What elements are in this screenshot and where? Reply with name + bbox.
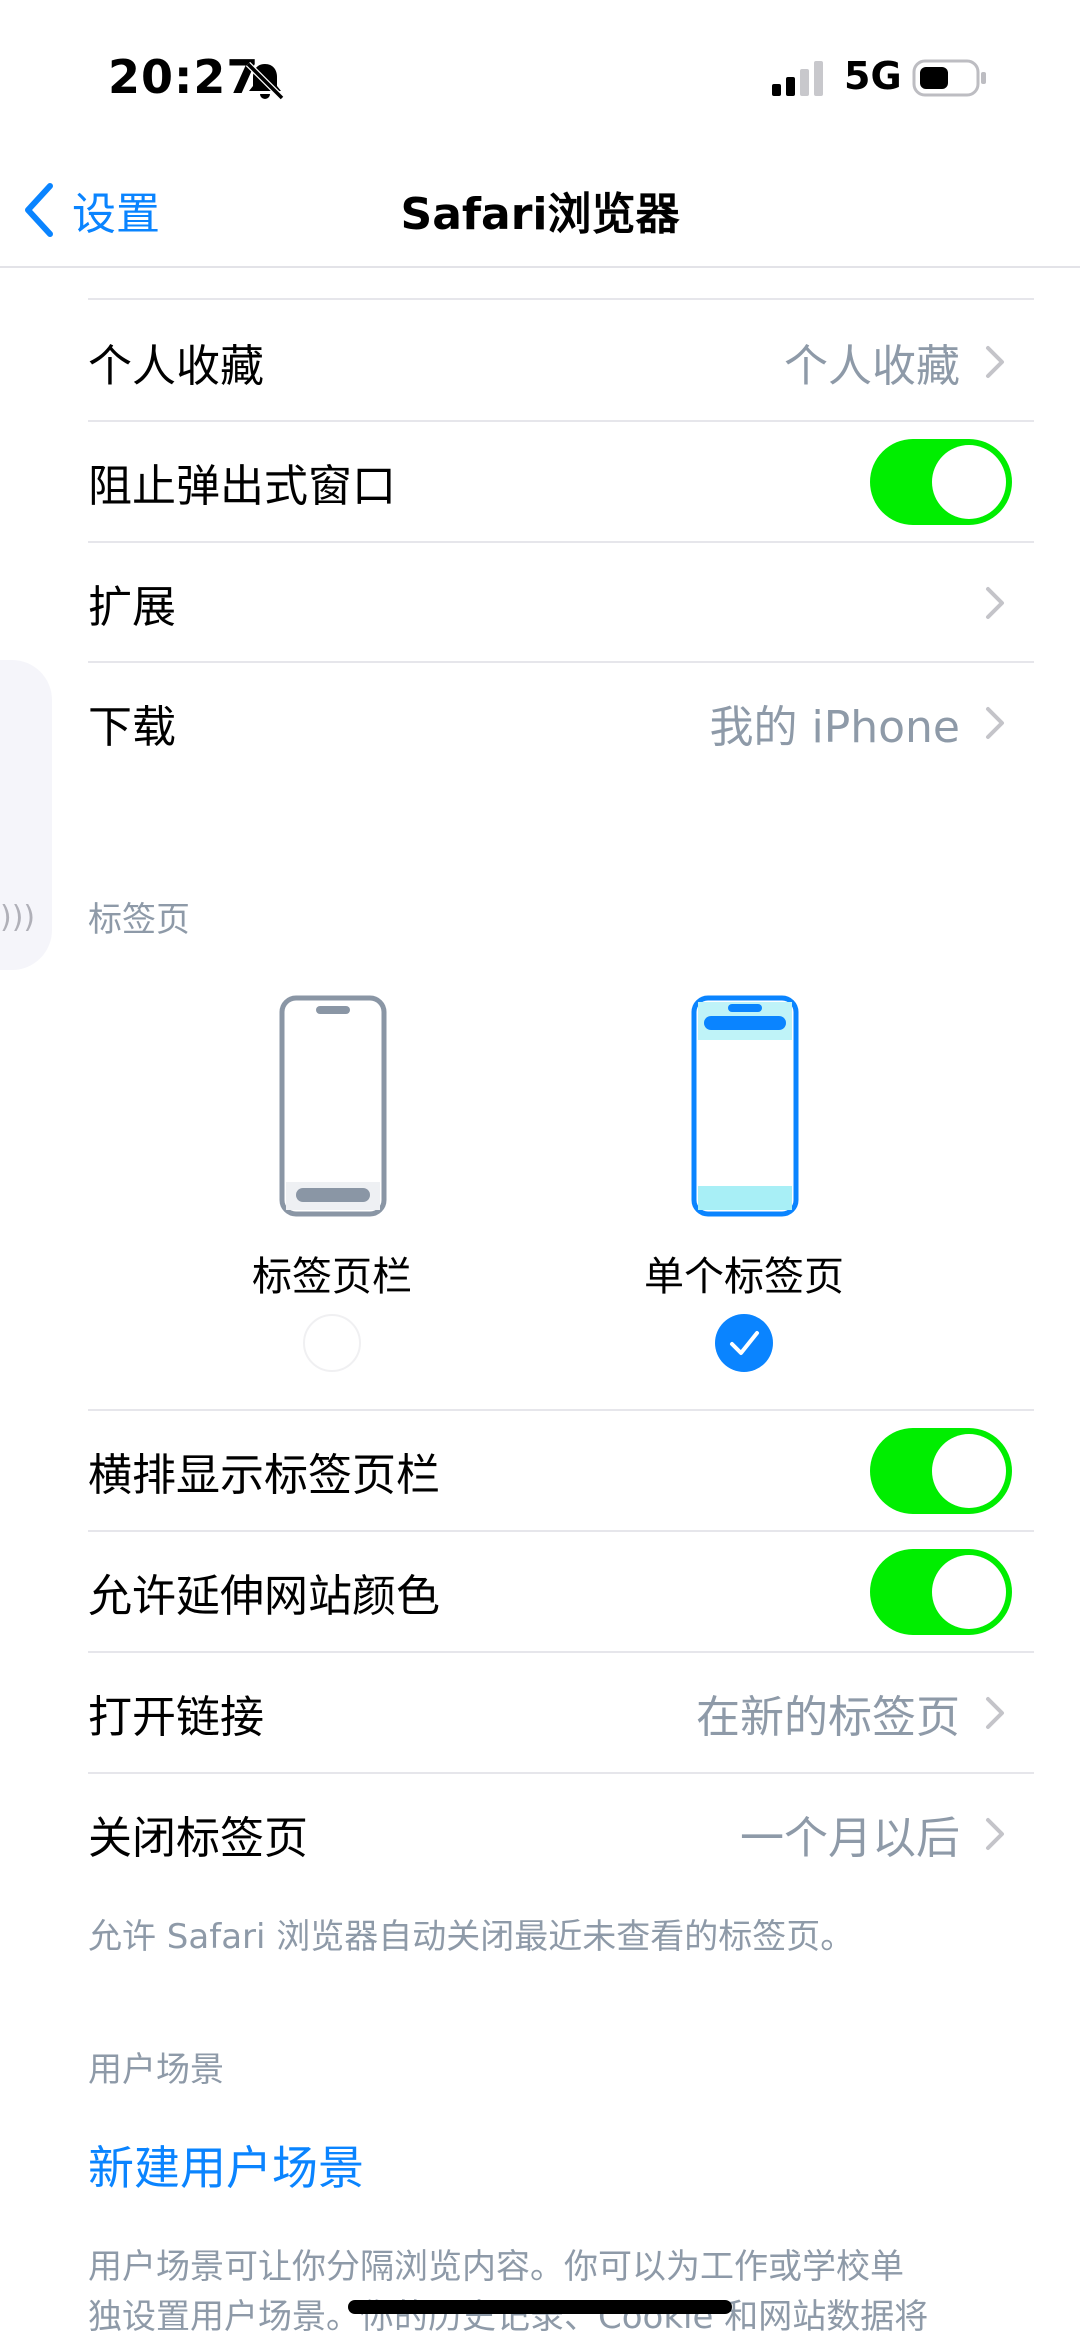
- row-label: 关闭标签页: [88, 1813, 308, 1864]
- chevron-right-icon: [986, 587, 1004, 619]
- single-tab-layout-label: 单个标签页: [644, 1254, 844, 1300]
- profiles-footnote-line: 用户场景可让你分隔浏览内容。你可以为工作或学校单: [88, 2247, 904, 2287]
- extensions-row[interactable]: 扩展: [88, 543, 1034, 663]
- bell-muted-icon: [245, 61, 285, 101]
- home-indicator[interactable]: [348, 2300, 732, 2314]
- toggle-knob: [932, 1555, 1006, 1629]
- favorites-row[interactable]: 个人收藏 个人收藏: [88, 302, 1034, 422]
- network-type: 5G: [844, 54, 902, 98]
- profiles-footnote: 用户场景可让你分隔浏览内容。你可以为工作或学校单 独设置用户场景。你的历史记录、…: [88, 2242, 1008, 2333]
- tab-bar-layout-label: 标签页栏: [252, 1254, 412, 1300]
- toggle-knob: [932, 445, 1006, 519]
- checkmark-icon: [730, 1331, 759, 1355]
- block-popups-row: 阻止弹出式窗口: [88, 422, 1034, 542]
- single-tab-layout-radio[interactable]: [715, 1314, 773, 1372]
- battery-icon: [912, 59, 986, 97]
- row-value: 个人收藏: [784, 341, 960, 392]
- row-label: 下载: [88, 702, 176, 753]
- row-label: 阻止弹出式窗口: [88, 461, 396, 512]
- new-profile-button[interactable]: 新建用户场景: [88, 2132, 364, 2198]
- navigation-bar: 设置 Safari浏览器: [0, 150, 1080, 268]
- status-time: 20:27: [108, 50, 260, 104]
- chevron-right-icon: [986, 707, 1004, 739]
- tabs-footnote: 允许 Safari 浏览器自动关闭最近未查看的标签页。: [88, 1917, 855, 1957]
- sound-wave-icon: ))): [0, 900, 36, 935]
- chevron-right-icon: [986, 1697, 1004, 1729]
- block-popups-toggle[interactable]: [870, 439, 1012, 525]
- chevron-right-icon: [986, 346, 1004, 378]
- row-value: 在新的标签页: [696, 1692, 960, 1743]
- row-label: 横排显示标签页栏: [88, 1450, 440, 1501]
- page-title: Safari浏览器: [400, 189, 680, 240]
- section-header-tabs: 标签页: [88, 900, 190, 940]
- downloads-row[interactable]: 下载 我的 iPhone: [88, 663, 1034, 783]
- website-tinting-toggle[interactable]: [870, 1549, 1012, 1635]
- section-header-profiles: 用户场景: [88, 2050, 224, 2090]
- landscape-tab-bar-row: 横排显示标签页栏: [88, 1411, 1034, 1531]
- row-value: 一个月以后: [740, 1813, 960, 1864]
- cellular-signal-icon: [772, 61, 823, 96]
- website-tinting-row: 允许延伸网站颜色: [88, 1532, 1034, 1652]
- open-links-row[interactable]: 打开链接 在新的标签页: [88, 1653, 1034, 1773]
- tab-bar-layout-radio[interactable]: [303, 1314, 361, 1372]
- toggle-knob: [932, 1434, 1006, 1508]
- row-label: 打开链接: [88, 1692, 264, 1743]
- tab-bar-layout-icon[interactable]: [278, 994, 388, 1218]
- chevron-right-icon: [986, 1818, 1004, 1850]
- close-tabs-row[interactable]: 关闭标签页 一个月以后: [88, 1774, 1034, 1894]
- landscape-tab-bar-toggle[interactable]: [870, 1428, 1012, 1514]
- row-label: 扩展: [88, 582, 176, 633]
- row-label: 允许延伸网站颜色: [88, 1571, 440, 1622]
- single-tab-layout-icon[interactable]: [690, 994, 800, 1218]
- row-value: 我的 iPhone: [709, 702, 960, 753]
- status-bar: 20:27 5G: [0, 0, 1080, 150]
- row-separator: [88, 298, 1034, 300]
- row-label: 个人收藏: [88, 341, 264, 392]
